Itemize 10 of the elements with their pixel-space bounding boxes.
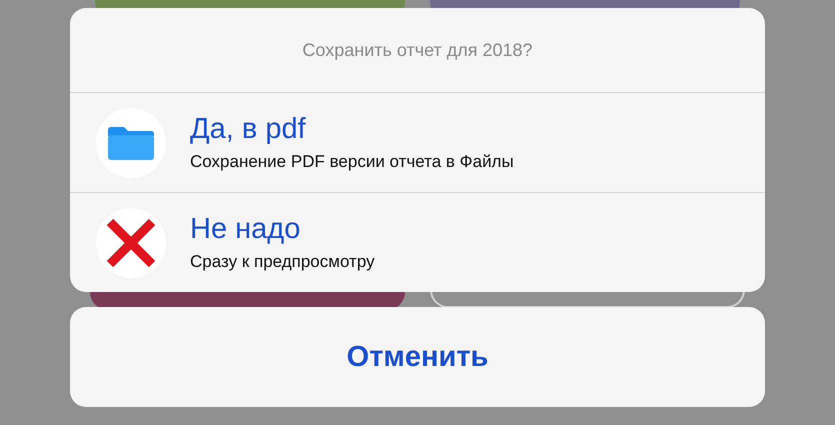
action-option[interactable]: Не надо Сразу к предпросмотру — [70, 192, 765, 292]
cross-icon — [96, 208, 166, 278]
cancel-button[interactable]: Отменить — [70, 307, 765, 407]
folder-icon — [96, 108, 166, 178]
option-description: Сразу к предпросмотру — [190, 252, 375, 272]
sheet-title: Сохранить отчет для 2018? — [70, 8, 765, 93]
action-option[interactable]: Да, в pdf Сохранение PDF версии отчета в Файлы — [70, 93, 765, 192]
option-label: Не надо — [190, 213, 302, 246]
option-label: Да, в pdf — [190, 113, 307, 146]
option-description: Сохранение PDF версии отчета в Файлы — [190, 152, 514, 172]
